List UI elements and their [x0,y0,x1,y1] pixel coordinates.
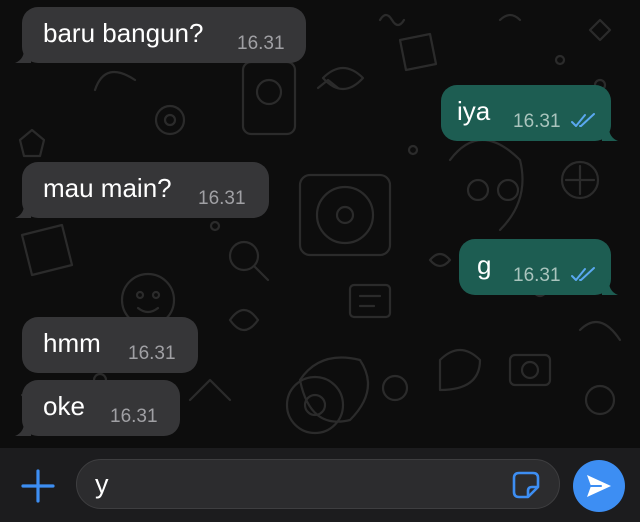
sticker-icon [512,471,540,499]
message-time: 16.31 [513,111,561,132]
read-receipt-icon [571,113,595,127]
message-text: iya [457,95,491,126]
message-time: 16.31 [237,33,285,54]
bubble-tail [602,125,618,141]
send-arrow-icon [587,475,611,497]
message-time: 16.31 [110,406,158,427]
message-time: 16.31 [128,343,176,364]
message-text: baru bangun? [43,17,204,48]
sticker-button[interactable] [511,470,541,500]
read-receipt-icon [571,267,595,281]
bubble-tail [602,279,618,295]
message-text: g [477,249,492,280]
message-time: 16.31 [198,188,246,209]
attach-button[interactable] [20,468,56,504]
message-text: oke [43,390,85,421]
bubble-tail [15,202,31,218]
message-input-value[interactable]: y [95,469,109,500]
message-input[interactable]: y [76,459,560,509]
message-bubble-outgoing[interactable]: iya 16.31 [441,85,618,141]
message-text: mau main? [43,172,172,203]
plus-icon [21,469,55,503]
chat-area: baru bangun? 16.31 iya 16.31 mau main? 1… [0,0,640,448]
message-composer: y [0,448,640,522]
message-bubble-incoming[interactable]: hmm 16.31 [22,317,198,373]
bubble-tail [15,47,31,63]
bubble-tail [15,420,31,436]
message-bubble-incoming[interactable]: mau main? 16.31 [15,162,269,218]
message-text: hmm [43,327,101,358]
message-bubble-incoming[interactable]: oke 16.31 [15,380,180,436]
send-button[interactable] [573,460,625,512]
message-time: 16.31 [513,265,561,286]
message-bubble-outgoing[interactable]: g 16.31 [459,239,618,295]
message-bubble-incoming[interactable]: baru bangun? 16.31 [15,7,306,63]
